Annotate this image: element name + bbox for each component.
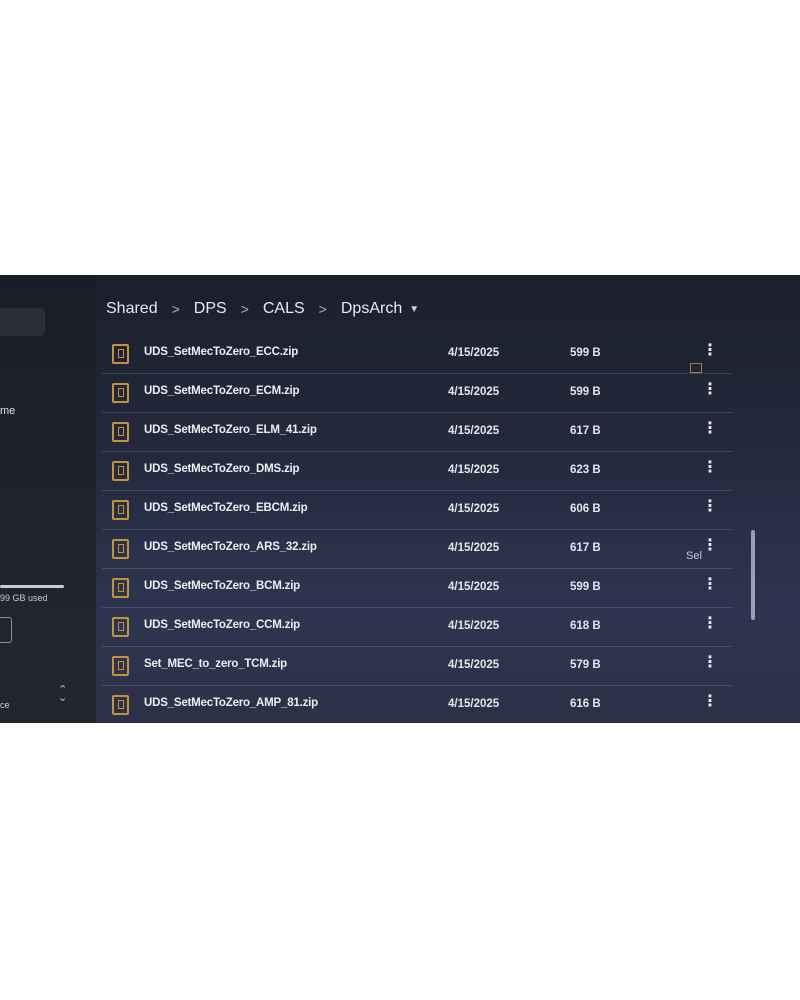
breadcrumb-cals[interactable]: CALS bbox=[263, 300, 305, 318]
file-date: 4/15/2025 bbox=[448, 347, 500, 359]
file-size: 599 B bbox=[570, 581, 601, 593]
table-row[interactable]: UDS_SetMecToZero_EBCM.zip 4/15/2025 606 … bbox=[102, 491, 732, 530]
zip-file-icon bbox=[112, 617, 129, 637]
file-size: 606 B bbox=[570, 503, 601, 515]
file-size: 618 B bbox=[570, 620, 601, 632]
caret-down-icon[interactable]: ▼ bbox=[409, 304, 419, 315]
file-name[interactable]: Set_MEC_to_zero_TCM.zip bbox=[144, 658, 287, 670]
table-row[interactable]: UDS_SetMecToZero_ELM_41.zip 4/15/2025 61… bbox=[102, 413, 732, 452]
zip-file-icon bbox=[112, 500, 129, 520]
sidebar-bottom-label: ce bbox=[0, 700, 10, 710]
file-name[interactable]: UDS_SetMecToZero_ECM.zip bbox=[144, 385, 300, 397]
sidebar-item-shared-with-me[interactable]: me bbox=[0, 405, 15, 417]
details-pane: Sel bbox=[668, 345, 708, 723]
file-size: 617 B bbox=[570, 425, 601, 437]
table-row[interactable]: UDS_SetMecToZero_ECC.zip 4/15/2025 599 B… bbox=[102, 335, 732, 374]
storage-bar bbox=[0, 585, 64, 588]
file-size: 617 B bbox=[570, 542, 601, 554]
table-row[interactable]: UDS_SetMecToZero_AMP_81.zip 4/15/2025 61… bbox=[102, 686, 732, 723]
get-storage-button[interactable] bbox=[0, 617, 12, 643]
file-name[interactable]: UDS_SetMecToZero_ECC.zip bbox=[144, 346, 298, 358]
file-date: 4/15/2025 bbox=[448, 542, 500, 554]
storage-fill bbox=[0, 585, 64, 588]
zip-file-icon bbox=[112, 383, 129, 403]
table-row[interactable]: UDS_SetMecToZero_ECM.zip 4/15/2025 599 B… bbox=[102, 374, 732, 413]
file-date: 4/15/2025 bbox=[448, 464, 500, 476]
file-size: 616 B bbox=[570, 698, 601, 710]
zip-file-icon bbox=[112, 656, 129, 676]
table-row[interactable]: Set_MEC_to_zero_TCM.zip 4/15/2025 579 B … bbox=[102, 647, 732, 686]
table-row[interactable]: UDS_SetMecToZero_ARS_32.zip 4/15/2025 61… bbox=[102, 530, 732, 569]
chevron-right-icon: > bbox=[318, 301, 327, 317]
file-date: 4/15/2025 bbox=[448, 620, 500, 632]
chevron-right-icon: > bbox=[240, 301, 249, 317]
zip-file-icon bbox=[112, 695, 129, 715]
table-row[interactable]: UDS_SetMecToZero_DMS.zip 4/15/2025 623 B… bbox=[102, 452, 732, 491]
zip-file-icon bbox=[112, 422, 129, 442]
file-date: 4/15/2025 bbox=[448, 698, 500, 710]
file-name[interactable]: UDS_SetMecToZero_CCM.zip bbox=[144, 619, 300, 631]
zip-file-icon bbox=[112, 578, 129, 598]
details-pane-text: Sel bbox=[686, 550, 702, 562]
file-name[interactable]: UDS_SetMecToZero_ARS_32.zip bbox=[144, 541, 317, 553]
chevron-updown-icon[interactable]: ⌃ ⌄ bbox=[58, 685, 67, 704]
file-name[interactable]: UDS_SetMecToZero_BCM.zip bbox=[144, 580, 300, 592]
file-size: 599 B bbox=[570, 386, 601, 398]
file-date: 4/15/2025 bbox=[448, 386, 500, 398]
zip-file-icon bbox=[112, 461, 129, 481]
breadcrumb-dps[interactable]: DPS bbox=[194, 300, 227, 318]
storage-used-text: 99 GB used bbox=[0, 593, 48, 603]
file-date: 4/15/2025 bbox=[448, 659, 500, 671]
scrollbar-thumb[interactable] bbox=[751, 530, 755, 620]
file-name[interactable]: UDS_SetMecToZero_AMP_81.zip bbox=[144, 697, 318, 709]
file-name[interactable]: UDS_SetMecToZero_ELM_41.zip bbox=[144, 424, 317, 436]
sidebar: me 99 GB used ce ⌃ ⌄ bbox=[0, 275, 96, 723]
file-size: 623 B bbox=[570, 464, 601, 476]
breadcrumb-shared[interactable]: Shared bbox=[106, 300, 158, 318]
table-row[interactable]: UDS_SetMecToZero_CCM.zip 4/15/2025 618 B… bbox=[102, 608, 732, 647]
breadcrumb-dpsarch[interactable]: DpsArch bbox=[341, 300, 402, 318]
zip-file-icon bbox=[112, 344, 129, 364]
file-name[interactable]: UDS_SetMecToZero_DMS.zip bbox=[144, 463, 300, 475]
breadcrumb: Shared > DPS > CALS > DpsArch ▼ bbox=[106, 300, 419, 318]
screen: me 99 GB used ce ⌃ ⌄ Shared > DPS > CALS … bbox=[0, 275, 800, 723]
file-size: 599 B bbox=[570, 347, 601, 359]
file-date: 4/15/2025 bbox=[448, 581, 500, 593]
sidebar-search-box[interactable] bbox=[0, 308, 45, 336]
file-date: 4/15/2025 bbox=[448, 425, 500, 437]
file-size: 579 B bbox=[570, 659, 601, 671]
file-date: 4/15/2025 bbox=[448, 503, 500, 515]
file-list: UDS_SetMecToZero_ECC.zip 4/15/2025 599 B… bbox=[102, 335, 732, 723]
file-name[interactable]: UDS_SetMecToZero_EBCM.zip bbox=[144, 502, 308, 514]
chevron-right-icon: > bbox=[171, 301, 180, 317]
folder-icon bbox=[690, 363, 702, 373]
zip-file-icon bbox=[112, 539, 129, 559]
table-row[interactable]: UDS_SetMecToZero_BCM.zip 4/15/2025 599 B… bbox=[102, 569, 732, 608]
